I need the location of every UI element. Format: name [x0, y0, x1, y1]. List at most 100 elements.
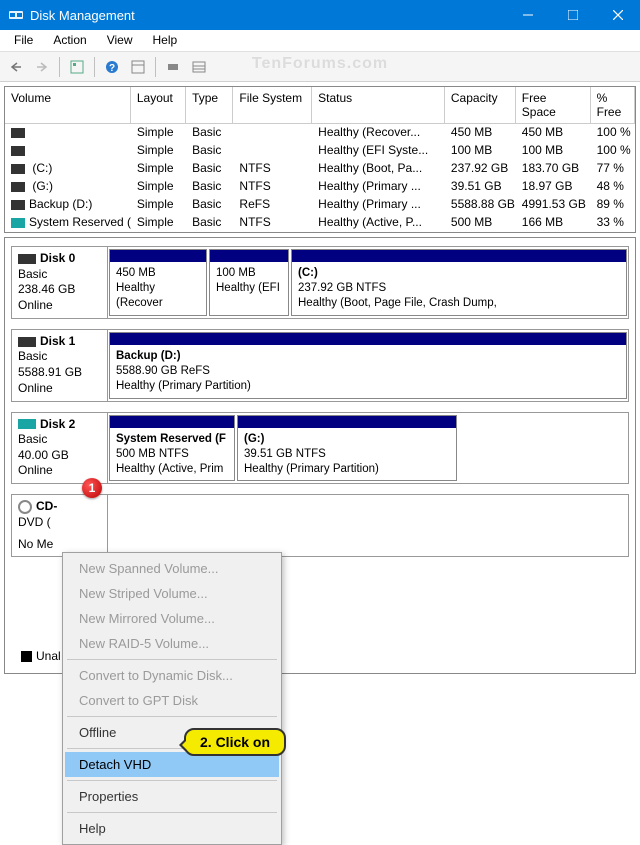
- disk0-title: Disk 0: [40, 251, 75, 267]
- menu-action[interactable]: Action: [43, 30, 96, 51]
- volume-icon: [11, 200, 25, 210]
- volume-fs: [233, 124, 312, 142]
- menu-view[interactable]: View: [97, 30, 143, 51]
- disk1-partition-0[interactable]: Backup (D:) 5588.90 GB ReFS Healthy (Pri…: [109, 332, 627, 399]
- disk1-state: Online: [18, 381, 101, 397]
- svg-text:?: ?: [109, 63, 115, 74]
- col-type[interactable]: Type: [186, 87, 233, 124]
- volume-fs: [233, 142, 312, 160]
- disk-mgmt-icon: [8, 7, 24, 23]
- volume-columns-header: Volume Layout Type File System Status Ca…: [5, 87, 635, 124]
- volume-free: 166 MB: [516, 214, 591, 232]
- col-status[interactable]: Status: [312, 87, 445, 124]
- col-volume[interactable]: Volume: [5, 87, 131, 124]
- volume-row[interactable]: (C:) Simple Basic NTFS Healthy (Boot, Pa…: [5, 160, 635, 178]
- volume-row[interactable]: System Reserved (... Simple Basic NTFS H…: [5, 214, 635, 232]
- volume-type: Basic: [186, 160, 233, 178]
- volume-pctfree: 77 %: [591, 160, 635, 178]
- disk-row-1: Disk 1 Basic 5588.91 GB Online Backup (D…: [11, 329, 629, 402]
- disk2-label[interactable]: Disk 2 Basic 40.00 GB Online: [12, 413, 108, 484]
- partition-name: Backup (D:): [116, 349, 620, 364]
- volume-type: Basic: [186, 214, 233, 232]
- volume-type: Basic: [186, 142, 233, 160]
- cdrom-type: DVD (: [18, 515, 101, 531]
- partition-status: Healthy (EFI: [216, 281, 282, 296]
- minimize-button[interactable]: [505, 0, 550, 30]
- volume-capacity: 100 MB: [445, 142, 516, 160]
- menu-new-spanned[interactable]: New Spanned Volume...: [65, 556, 279, 581]
- col-layout[interactable]: Layout: [131, 87, 186, 124]
- partition-size: 237.92 GB NTFS: [298, 281, 620, 296]
- unallocated-swatch: [21, 651, 32, 662]
- disk1-label[interactable]: Disk 1 Basic 5588.91 GB Online: [12, 330, 108, 401]
- volume-layout: Simple: [131, 142, 186, 160]
- disk2-type: Basic: [18, 432, 101, 448]
- volume-capacity: 237.92 GB: [445, 160, 516, 178]
- cdrom-icon: [18, 500, 32, 514]
- partition-name: System Reserved (F: [116, 432, 228, 447]
- menu-properties[interactable]: Properties: [65, 784, 279, 809]
- volume-layout: Simple: [131, 214, 186, 232]
- menu-new-mirrored[interactable]: New Mirrored Volume...: [65, 606, 279, 631]
- disk0-partition-0[interactable]: 450 MB Healthy (Recover: [109, 249, 207, 316]
- col-freespace[interactable]: Free Space: [516, 87, 591, 124]
- volume-icon: [11, 128, 25, 138]
- forward-button[interactable]: [30, 56, 54, 78]
- volume-capacity: 450 MB: [445, 124, 516, 142]
- partition-size: 39.51 GB NTFS: [244, 447, 450, 462]
- volume-row[interactable]: Backup (D:) Simple Basic ReFS Healthy (P…: [5, 196, 635, 214]
- menu-separator: [67, 780, 277, 781]
- partition-status: Healthy (Boot, Page File, Crash Dump,: [298, 296, 620, 311]
- volume-layout: Simple: [131, 160, 186, 178]
- menu-new-striped[interactable]: New Striped Volume...: [65, 581, 279, 606]
- volume-status: Healthy (Primary ...: [312, 196, 445, 214]
- partition-size: 5588.90 GB ReFS: [116, 364, 620, 379]
- col-capacity[interactable]: Capacity: [445, 87, 516, 124]
- volume-type: Basic: [186, 178, 233, 196]
- volume-free: 4991.53 GB: [516, 196, 591, 214]
- menu-convert-dynamic[interactable]: Convert to Dynamic Disk...: [65, 663, 279, 688]
- disk2-partition-0[interactable]: System Reserved (F 500 MB NTFS Healthy (…: [109, 415, 235, 482]
- volume-row[interactable]: (G:) Simple Basic NTFS Healthy (Primary …: [5, 178, 635, 196]
- menu-convert-gpt[interactable]: Convert to GPT Disk: [65, 688, 279, 713]
- volume-layout: Simple: [131, 178, 186, 196]
- volume-icon: [11, 164, 25, 174]
- disk1-type: Basic: [18, 349, 101, 365]
- disk2-size: 40.00 GB: [18, 448, 101, 464]
- volume-layout: Simple: [131, 124, 186, 142]
- volume-row[interactable]: Simple Basic Healthy (EFI Syste... 100 M…: [5, 142, 635, 160]
- toolbar-btn-3[interactable]: [126, 56, 150, 78]
- disk0-partition-1[interactable]: 100 MB Healthy (EFI: [209, 249, 289, 316]
- menu-file[interactable]: File: [4, 30, 43, 51]
- col-pctfree[interactable]: % Free: [591, 87, 635, 124]
- cdrom-label[interactable]: CD- DVD ( No Me: [12, 495, 108, 556]
- help-button[interactable]: ?: [100, 56, 124, 78]
- disk0-state: Online: [18, 298, 101, 314]
- maximize-button[interactable]: [550, 0, 595, 30]
- partition-name: (G:): [244, 432, 450, 447]
- menu-help[interactable]: Help: [143, 30, 188, 51]
- window-title: Disk Management: [30, 8, 505, 23]
- close-button[interactable]: [595, 0, 640, 30]
- menu-separator: [67, 716, 277, 717]
- titlebar: Disk Management: [0, 0, 640, 30]
- disk-icon: [18, 419, 36, 429]
- toolbar-btn-1[interactable]: [65, 56, 89, 78]
- disk2-partition-1[interactable]: (G:) 39.51 GB NTFS Healthy (Primary Part…: [237, 415, 457, 482]
- toolbar-btn-4[interactable]: [161, 56, 185, 78]
- disk0-label[interactable]: Disk 0 Basic 238.46 GB Online: [12, 247, 108, 318]
- volume-row[interactable]: Simple Basic Healthy (Recover... 450 MB …: [5, 124, 635, 142]
- disk0-partition-2[interactable]: (C:) 237.92 GB NTFS Healthy (Boot, Page …: [291, 249, 627, 316]
- volume-capacity: 39.51 GB: [445, 178, 516, 196]
- partition-name: (C:): [298, 266, 620, 281]
- disk-row-2: Disk 2 Basic 40.00 GB Online System Rese…: [11, 412, 629, 485]
- partition-header-bar: [110, 416, 234, 428]
- toolbar-btn-5[interactable]: [187, 56, 211, 78]
- back-button[interactable]: [4, 56, 28, 78]
- disk2-state: Online: [18, 463, 101, 479]
- col-filesystem[interactable]: File System: [233, 87, 312, 124]
- toolbar-separator: [59, 57, 60, 77]
- watermark: TenForums.com: [252, 55, 388, 73]
- menu-new-raid5[interactable]: New RAID-5 Volume...: [65, 631, 279, 656]
- menu-help[interactable]: Help: [65, 816, 279, 841]
